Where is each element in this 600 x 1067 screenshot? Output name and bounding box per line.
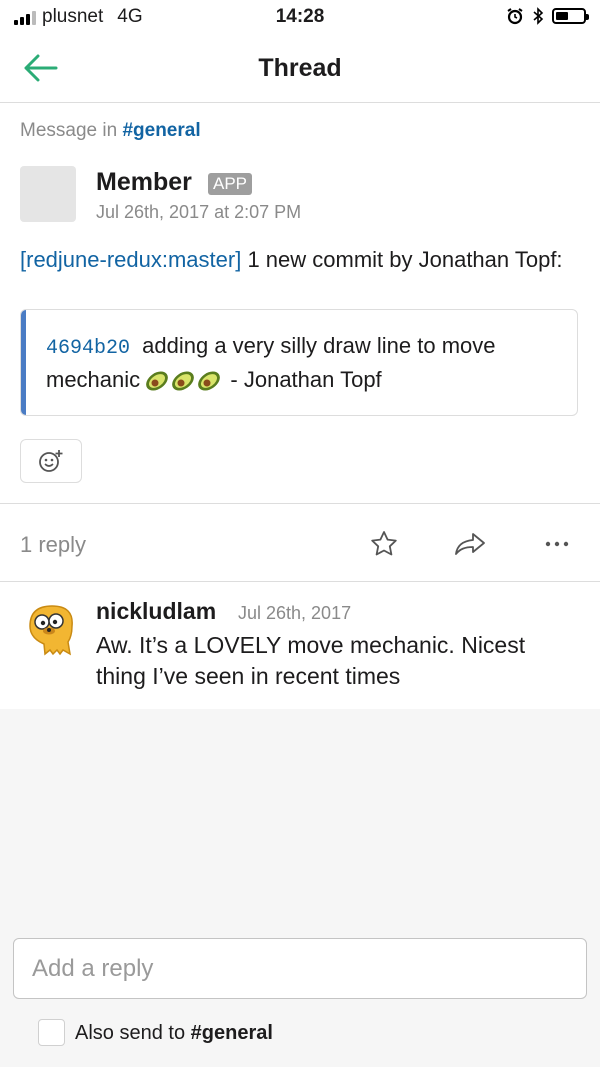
add-reaction-icon bbox=[39, 450, 63, 472]
repo-link[interactable]: [redjune-redux:master] bbox=[20, 247, 241, 272]
page-title: Thread bbox=[258, 54, 342, 82]
status-bar: plusnet 4G 14:28 bbox=[0, 0, 600, 36]
avatar[interactable] bbox=[20, 600, 80, 660]
avatar[interactable] bbox=[20, 166, 76, 222]
message-timestamp: Jul 26th, 2017 at 2:07 PM bbox=[96, 202, 302, 222]
message-text: [redjune-redux:master] 1 new commit by J… bbox=[20, 245, 580, 274]
add-reaction-button[interactable] bbox=[20, 439, 82, 483]
composer-area bbox=[0, 709, 600, 1067]
attachment-body: 4694b20 adding a very silly draw line to… bbox=[46, 330, 557, 395]
status-right bbox=[506, 7, 589, 25]
share-button[interactable] bbox=[450, 526, 490, 562]
context-prefix: Message in bbox=[20, 120, 118, 141]
divider bbox=[0, 581, 600, 582]
reply-timestamp: Jul 26th, 2017 bbox=[238, 603, 352, 623]
divider bbox=[0, 503, 600, 504]
reply-author[interactable]: nickludlam bbox=[96, 598, 216, 625]
also-send-checkbox[interactable] bbox=[38, 1019, 65, 1046]
attachment-accent-bar bbox=[21, 310, 26, 415]
star-button[interactable] bbox=[364, 526, 404, 562]
commit-attachment: 4694b20 adding a very silly draw line to… bbox=[20, 309, 578, 416]
battery-icon bbox=[552, 8, 589, 24]
also-send-channel: #general bbox=[190, 1022, 273, 1044]
avocado-emojis bbox=[146, 367, 230, 392]
avocado-icon bbox=[198, 371, 221, 391]
more-icon bbox=[545, 541, 569, 547]
also-send-label[interactable]: Also send to #general bbox=[75, 1022, 273, 1045]
reply-count: 1 reply bbox=[20, 532, 87, 557]
also-send-text: Also send to bbox=[75, 1022, 186, 1044]
reply-input[interactable] bbox=[13, 938, 587, 999]
message-context: Message in #general bbox=[20, 120, 201, 142]
alarm-icon bbox=[507, 8, 523, 25]
message-body: 1 new commit by Jonathan Topf: bbox=[241, 247, 563, 272]
bluetooth-icon bbox=[533, 7, 544, 25]
commit-hash-link[interactable]: 4694b20 bbox=[46, 337, 130, 360]
reply-text: Aw. It’s a LOVELY move mechanic. Nicest … bbox=[96, 632, 526, 689]
commit-author: - Jonathan Topf bbox=[230, 367, 382, 392]
share-icon bbox=[455, 533, 485, 555]
jake-avatar-icon bbox=[29, 605, 73, 656]
more-button[interactable] bbox=[537, 526, 577, 562]
context-channel-link[interactable]: #general bbox=[122, 120, 200, 141]
app-badge: APP bbox=[208, 173, 253, 195]
nav-bar: Thread bbox=[0, 36, 600, 103]
star-icon bbox=[371, 531, 397, 556]
message-author[interactable]: Member bbox=[96, 168, 192, 197]
